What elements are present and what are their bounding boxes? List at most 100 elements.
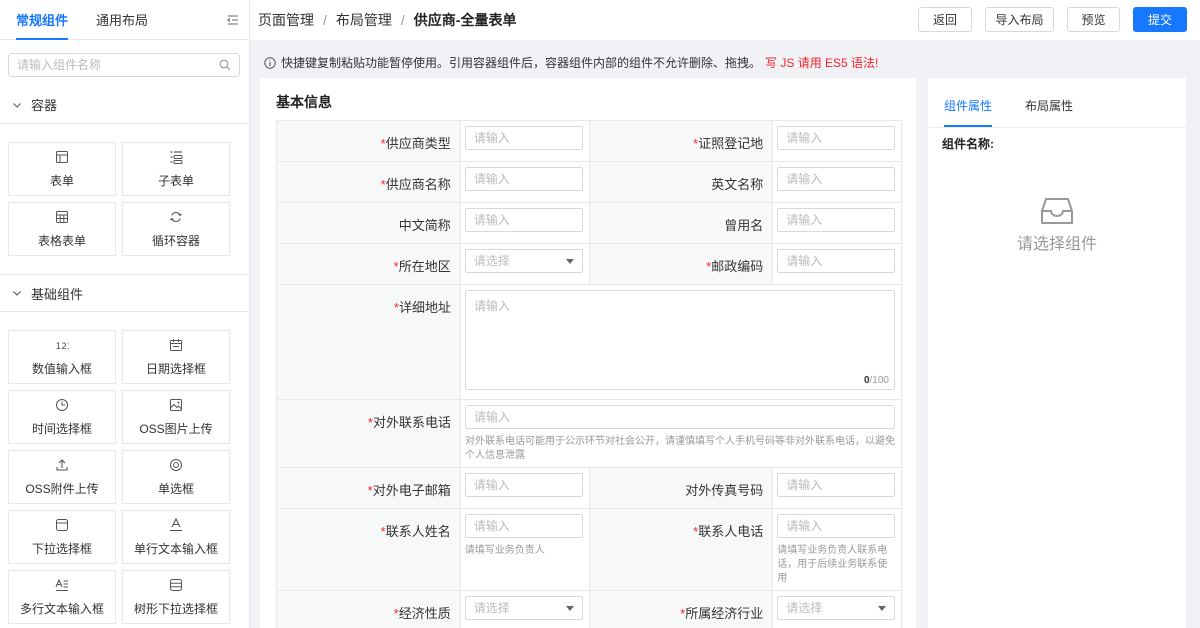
economic-nature-select[interactable]: 请选择 [464, 596, 583, 620]
region-select[interactable]: 请选择 [464, 249, 583, 273]
group-container-header[interactable]: 容器 [0, 86, 249, 124]
component-label: 单行文本输入框 [133, 541, 218, 556]
field-label: *经济性质 [277, 591, 461, 628]
image-icon [170, 398, 182, 411]
component-label: 表格表单 [37, 233, 86, 248]
field-label: *供应商名称 [277, 162, 461, 202]
form-row: *所在地区 请选择 *邮政编码 请输入 [277, 244, 902, 285]
action-buttons: 返回 导入布局 预览 提交 [905, 7, 1187, 32]
submit-button[interactable]: 提交 [1133, 7, 1187, 32]
component-card-table-form[interactable]: 表格表单 [8, 202, 116, 256]
component-label: OSS图片上传 [139, 421, 213, 436]
field-label: *对外联系电话 [277, 400, 461, 467]
field-label: *所属经济行业 [589, 591, 774, 628]
chevron-down-icon [13, 102, 21, 108]
supplier-type-input[interactable]: 请输入 [464, 126, 583, 150]
collapse-menu-icon[interactable] [227, 14, 239, 26]
textarea-icon [55, 578, 68, 591]
properties-tabs: 组件属性 布局属性 [928, 78, 1186, 128]
field-label: 曾用名 [589, 203, 774, 243]
back-button[interactable]: 返回 [918, 7, 972, 32]
field-label: *邮政编码 [589, 244, 774, 284]
component-label: 日期选择框 [145, 361, 206, 376]
caret-down-icon [565, 259, 574, 264]
notice-warning: 写 JS 请用 ES5 语法! [765, 56, 879, 70]
component-label: 子表单 [157, 173, 194, 188]
form-canvas: 基本信息 *供应商类型 请输入 *证照登记地 请输入 *供应商名称 请输入 英文… [260, 78, 916, 628]
component-card-oss-image-upload[interactable]: OSS图片上传 [122, 390, 230, 444]
field-label: *所在地区 [277, 244, 461, 284]
public-email-input[interactable]: 请输入 [464, 473, 583, 497]
tab-common-layouts[interactable]: 通用布局 [96, 0, 148, 40]
contact-phone-input[interactable]: 请输入 [777, 514, 895, 538]
public-phone-input[interactable]: 请输入 [465, 405, 895, 429]
component-card-number-input[interactable]: 123 数值输入框 [8, 330, 116, 384]
contact-name-input[interactable]: 请输入 [464, 514, 583, 538]
breadcrumb-current: 供应商-全量表单 [413, 12, 517, 28]
chevron-down-icon [13, 291, 21, 296]
caret-down-icon [878, 606, 886, 611]
form-section-title: 基本信息 [276, 94, 332, 110]
component-card-form[interactable]: 表单 [8, 142, 116, 196]
component-card-text-input[interactable]: 单行文本输入框 [122, 510, 230, 564]
component-label: 单选框 [157, 481, 194, 496]
breadcrumb: 页面管理 / 布局管理 / 供应商-全量表单 [258, 12, 517, 28]
preview-button[interactable]: 预览 [1067, 7, 1120, 32]
component-card-time-picker[interactable]: 时间选择框 [8, 390, 116, 444]
english-name-input[interactable]: 请输入 [777, 167, 895, 191]
component-search-input[interactable] [9, 54, 239, 76]
chinese-abbr-input[interactable]: 请输入 [464, 208, 583, 232]
empty-state: 请选择组件 [928, 196, 1186, 254]
address-textarea[interactable]: 请输入 0/100 [465, 290, 895, 390]
component-label: 循环容器 [151, 233, 200, 248]
form-row: *经济性质 请选择 *所属经济行业 请选择 [277, 591, 902, 628]
component-card-date-picker[interactable]: 日期选择框 [122, 330, 230, 384]
form-row: 中文简称 请输入 曾用名 请输入 [277, 203, 902, 244]
group-title: 容器 [31, 98, 58, 113]
inbox-icon [1041, 198, 1073, 224]
component-card-sub-form[interactable]: 子表单 [122, 142, 230, 196]
former-name-input[interactable]: 请输入 [777, 208, 895, 232]
component-label: 多行文本输入框 [19, 601, 104, 616]
industry-select[interactable]: 请选择 [777, 596, 895, 620]
char-counter: 0/100 [863, 375, 889, 386]
component-label: 树形下拉选择框 [133, 601, 218, 616]
component-card-radio[interactable]: 单选框 [122, 450, 230, 504]
group-basic-header[interactable]: 基础组件 [0, 274, 249, 312]
breadcrumb-item[interactable]: 布局管理 [336, 12, 392, 28]
field-label: *详细地址 [277, 285, 461, 399]
tab-component-props[interactable]: 组件属性 [944, 97, 993, 127]
component-card-oss-file-upload[interactable]: OSS附件上传 [8, 450, 116, 504]
form-row: *详细地址 请输入 0/100 [277, 285, 902, 400]
postal-code-input[interactable]: 请输入 [777, 249, 895, 273]
form-row: *供应商类型 请输入 *证照登记地 请输入 [277, 121, 902, 162]
supplier-name-input[interactable]: 请输入 [464, 167, 583, 191]
tab-common-components[interactable]: 常规组件 [16, 0, 69, 40]
field-label: *联系人电话 [589, 509, 774, 590]
group-title: 基础组件 [31, 286, 84, 302]
basic-components-grid: 123 数值输入框 日期选择框 时间选择框 OSS图片上传 OSS附件上传 单选… [0, 330, 249, 624]
breadcrumb-item[interactable]: 页面管理 [258, 12, 314, 28]
component-label: 时间选择框 [31, 421, 92, 436]
component-label: OSS附件上传 [25, 481, 99, 496]
form-row: *对外电子邮箱 请输入 对外传真号码 请输入 [277, 468, 902, 509]
empty-text: 请选择组件 [1016, 236, 1097, 253]
tree-select-icon [170, 578, 182, 591]
form-icon [56, 150, 68, 163]
tab-layout-props[interactable]: 布局属性 [1025, 97, 1073, 127]
component-card-select[interactable]: 下拉选择框 [8, 510, 116, 564]
component-card-loop-container[interactable]: 循环容器 [122, 202, 230, 256]
form-row: *联系人姓名 请输入 请填写业务负责人 *联系人电话 请输入 请填写业务负责人联… [277, 509, 902, 591]
clock-icon [56, 398, 68, 411]
import-layout-button[interactable]: 导入布局 [985, 7, 1054, 32]
top-bar: 页面管理 / 布局管理 / 供应商-全量表单 返回 导入布局 预览 提交 [250, 0, 1200, 40]
sub-form-icon [170, 150, 183, 164]
component-card-textarea[interactable]: 多行文本输入框 [8, 570, 116, 624]
license-place-input[interactable]: 请输入 [777, 126, 895, 150]
public-fax-input[interactable]: 请输入 [777, 473, 895, 497]
search-icon[interactable] [219, 59, 231, 71]
field-label: 对外传真号码 [589, 468, 774, 508]
component-card-tree-select[interactable]: 树形下拉选择框 [122, 570, 230, 624]
component-label: 数值输入框 [31, 361, 92, 376]
container-components-grid: 表单 子表单 表格表单 循环容器 [0, 142, 249, 256]
